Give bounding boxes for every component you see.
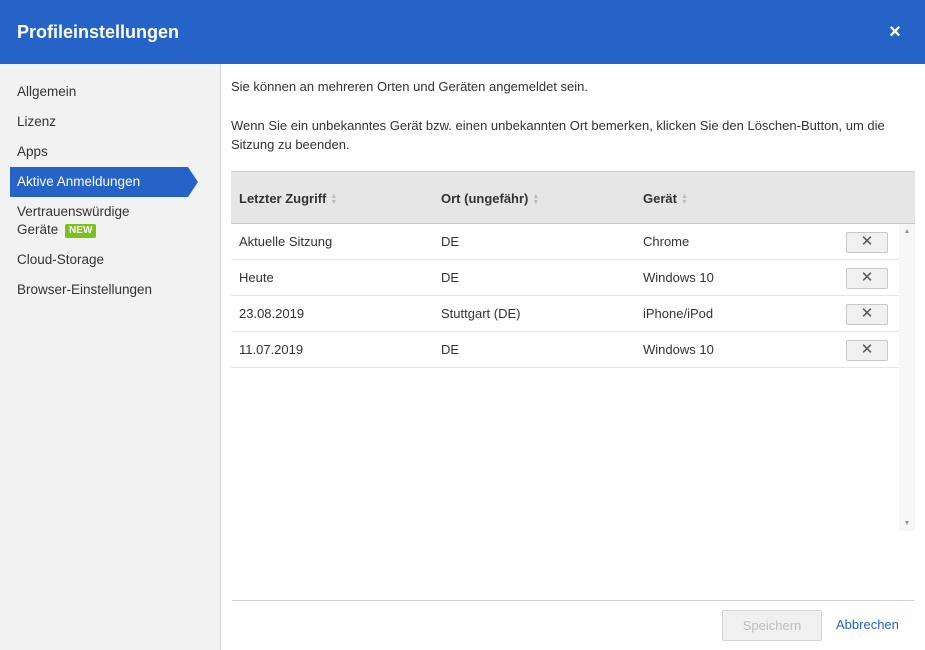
cell-device: iPhone/iPod (643, 306, 714, 321)
close-icon: ✕ (860, 305, 874, 322)
cell-last-access: 11.07.2019 (239, 342, 304, 357)
sidebar-item-cloud-storage[interactable]: Cloud-Storage (10, 245, 188, 275)
cell-location: DE (441, 342, 460, 357)
sidebar-item-allgemein[interactable]: Allgemein (10, 77, 188, 107)
sidebar-item-vertrauenswuerdige-geraete[interactable]: Vertrauenswürdige Geräte NEW (10, 197, 188, 245)
cell-device: Windows 10 (643, 270, 714, 285)
sidebar: Allgemein Lizenz Apps Aktive Anmeldungen… (0, 64, 221, 650)
sidebar-item-label: Aktive Anmeldungen (17, 174, 141, 189)
column-header-ort[interactable]: Ort (ungefähr) ▲ ▼ (441, 191, 539, 206)
sidebar-item-label: Lizenz (17, 114, 57, 129)
intro-text: Sie können an mehreren Orten und Geräten… (231, 79, 589, 94)
instruction-text: Wenn Sie ein unbekanntes Gerät bzw. eine… (231, 118, 885, 152)
scroll-up-icon[interactable]: ▲ (899, 228, 915, 235)
sidebar-item-label: Apps (17, 144, 48, 159)
cancel-button[interactable]: Abbrechen (836, 617, 899, 632)
close-icon: ✕ (860, 341, 874, 358)
column-header-letzter-zugriff[interactable]: Letzter Zugriff ▲ ▼ (239, 191, 337, 206)
table-row: Aktuelle Sitzung DE Chrome ✕ (231, 224, 899, 260)
delete-session-button[interactable]: ✕ (846, 304, 888, 325)
table-scrollbar[interactable]: ▲ ▼ (899, 224, 915, 531)
scroll-down-icon[interactable]: ▼ (899, 520, 915, 527)
cell-last-access: 23.08.2019 (239, 306, 305, 321)
sessions-table: Letzter Zugriff ▲ ▼ Ort (ungefähr) ▲ ▼ Gerät… (231, 171, 915, 531)
main-content: Sie können an mehreren Orten und Geräten… (221, 64, 925, 650)
cell-last-access: Aktuelle Sitzung (239, 234, 333, 249)
sidebar-item-apps[interactable]: Apps (10, 137, 188, 167)
delete-session-button[interactable]: ✕ (846, 232, 888, 253)
sidebar-item-browser-einstellungen[interactable]: Browser-Einstellungen (10, 275, 188, 305)
save-button[interactable]: Speichern (722, 610, 822, 641)
cell-location: Stuttgart (DE) (441, 306, 521, 321)
dialog-title: Profileinstellungen (17, 22, 180, 42)
sort-icon: ▲ ▼ (680, 192, 688, 206)
close-icon: ✕ (860, 269, 874, 286)
delete-session-button[interactable]: ✕ (846, 268, 888, 289)
sidebar-item-label: Vertrauenswürdige (17, 204, 130, 219)
table-row: 11.07.2019 DE Windows 10 ✕ (231, 332, 899, 368)
sidebar-item-label: Cloud-Storage (17, 252, 105, 267)
cell-location: DE (441, 270, 460, 285)
sidebar-item-lizenz[interactable]: Lizenz (10, 107, 188, 137)
sort-icon: ▲ ▼ (532, 192, 540, 206)
table-row: Heute DE Windows 10 ✕ (231, 260, 899, 296)
close-icon: ✕ (860, 233, 874, 250)
close-icon[interactable]: × (883, 20, 907, 44)
table-row: 23.08.2019 Stuttgart (DE) iPhone/iPod ✕ (231, 296, 899, 332)
cell-last-access: Heute (239, 270, 274, 285)
footer-divider (232, 600, 914, 601)
column-header-geraet[interactable]: Gerät ▲ ▼ (643, 191, 688, 206)
new-badge: NEW (65, 224, 97, 238)
sidebar-item-label: Allgemein (17, 84, 77, 99)
cell-location: DE (441, 234, 460, 249)
cell-device: Chrome (643, 234, 690, 249)
delete-session-button[interactable]: ✕ (846, 340, 888, 361)
dialog-header: Profileinstellungen × (0, 0, 925, 64)
table-header: Letzter Zugriff ▲ ▼ Ort (ungefähr) ▲ ▼ Gerät… (231, 171, 915, 224)
cell-device: Windows 10 (643, 342, 714, 357)
sidebar-item-label: Browser-Einstellungen (17, 282, 153, 297)
sidebar-item-aktive-anmeldungen[interactable]: Aktive Anmeldungen (10, 167, 198, 197)
table-body: Aktuelle Sitzung DE Chrome ✕ Heute DE Wi… (231, 224, 899, 368)
sidebar-item-label: Geräte (17, 222, 59, 237)
sort-icon: ▲ ▼ (330, 192, 338, 206)
